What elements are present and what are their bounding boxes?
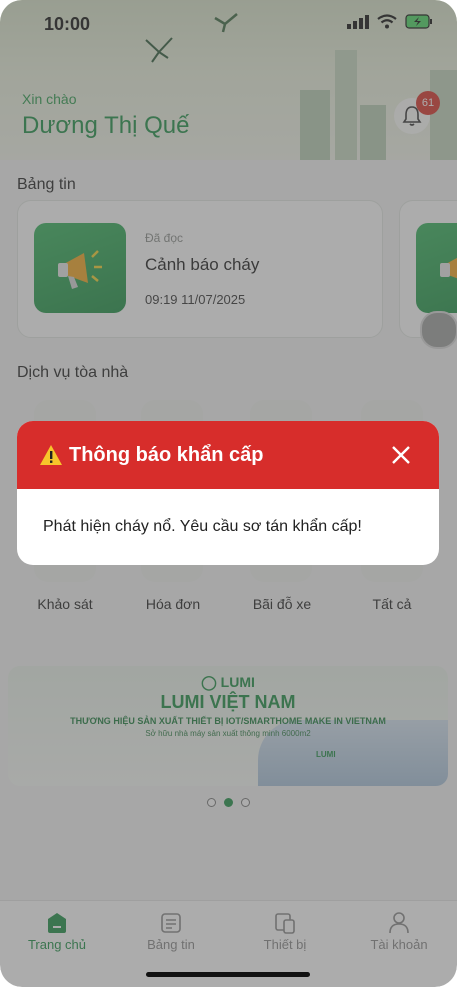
dialog-header: Thông báo khẩn cấp <box>17 421 439 489</box>
close-icon[interactable] <box>389 443 413 467</box>
dialog-message: Phát hiện cháy nổ. Yêu cầu sơ tán khẩn c… <box>43 518 362 535</box>
warning-icon <box>40 445 62 465</box>
app-screen: 10:00 Xin chào Dương Thị Quế 61 <box>0 0 457 987</box>
emergency-alert-dialog: Thông báo khẩn cấp Phát hiện cháy nổ. Yê… <box>17 421 439 565</box>
home-indicator[interactable] <box>146 972 310 977</box>
dialog-title: Thông báo khẩn cấp <box>69 444 264 466</box>
